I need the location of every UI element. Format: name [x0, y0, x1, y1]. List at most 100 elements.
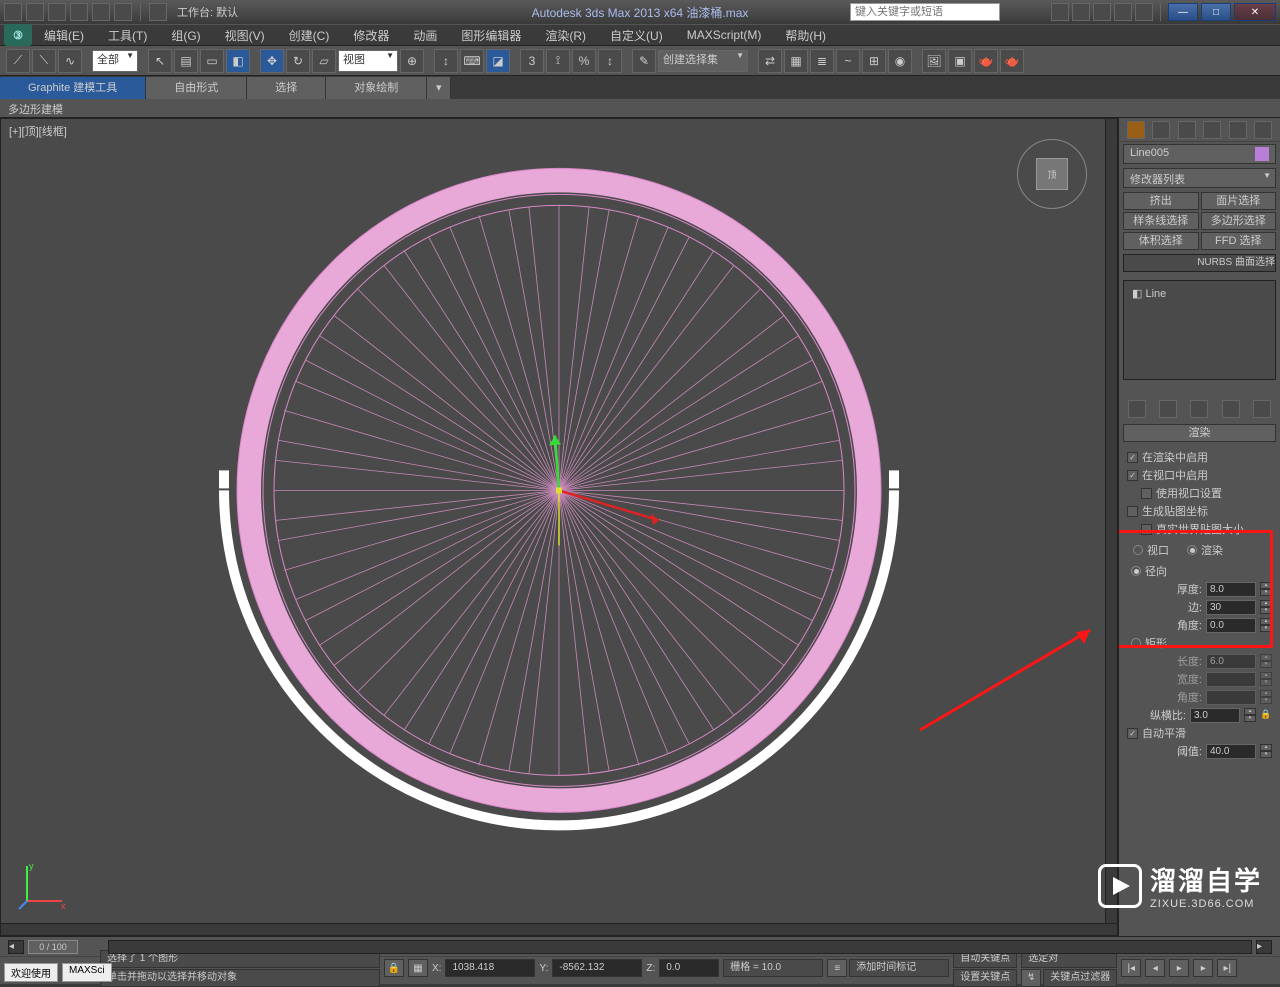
ribbon-expand-icon[interactable]: ▾: [427, 77, 451, 99]
threshold-input[interactable]: 40.0: [1206, 744, 1256, 759]
aspect-input[interactable]: 3.0: [1190, 708, 1240, 723]
manipulate-icon[interactable]: ↕: [434, 49, 458, 73]
menu-graph[interactable]: 图形编辑器: [453, 25, 529, 46]
spinner-snap-icon[interactable]: ↕: [598, 49, 622, 73]
cb-gen-mapping[interactable]: [1127, 506, 1138, 517]
ribbon-tab-selection[interactable]: 选择: [247, 77, 326, 99]
color-swatch[interactable]: [1255, 147, 1269, 161]
select-rect-icon[interactable]: ▭: [200, 49, 224, 73]
menu-group[interactable]: 组(G): [163, 25, 208, 46]
menu-modifiers[interactable]: 修改器: [345, 25, 397, 46]
radio-radial[interactable]: [1131, 566, 1141, 576]
unlink-tool-icon[interactable]: ⟍: [32, 49, 56, 73]
help-icon[interactable]: [1051, 3, 1069, 21]
render-setup-icon[interactable]: 🖼: [922, 49, 946, 73]
unique-icon[interactable]: [1190, 400, 1208, 418]
link-icon[interactable]: [149, 3, 167, 21]
named-sel-edit-icon[interactable]: ✎: [632, 49, 656, 73]
timeline-marker[interactable]: 0 / 100: [28, 940, 78, 954]
viewcube[interactable]: 顶: [1017, 139, 1087, 209]
favorites-icon[interactable]: [1072, 3, 1090, 21]
pin-stack-icon[interactable]: [1128, 400, 1146, 418]
layers-icon[interactable]: ≣: [810, 49, 834, 73]
threshold-down[interactable]: ▾: [1260, 751, 1272, 758]
app-logo-icon[interactable]: ③: [4, 24, 32, 46]
menu-animation[interactable]: 动画: [405, 25, 445, 46]
script-listener-icon[interactable]: ≡: [827, 959, 847, 977]
x-coord-input[interactable]: 1038.418: [445, 959, 535, 977]
select-name-icon[interactable]: ▤: [174, 49, 198, 73]
menu-maxscript[interactable]: MAXScript(M): [679, 26, 770, 44]
menu-create[interactable]: 创建(C): [281, 25, 338, 46]
open-icon[interactable]: [48, 3, 66, 21]
configure-icon[interactable]: [1253, 400, 1271, 418]
quick-btn-spline[interactable]: 样条线选择: [1123, 212, 1199, 230]
menu-rendering[interactable]: 渲染(R): [537, 25, 594, 46]
angle-input[interactable]: 0.0: [1206, 618, 1256, 633]
angle-up[interactable]: ▴: [1260, 618, 1272, 625]
move-tool-icon[interactable]: ✥: [260, 49, 284, 73]
viewport[interactable]: [+][顶][线框] 顶: [0, 118, 1118, 936]
select-icon[interactable]: ↖: [148, 49, 172, 73]
aspect-up[interactable]: ▴: [1244, 708, 1256, 715]
menu-help[interactable]: 帮助(H): [777, 25, 834, 46]
align-icon[interactable]: ▦: [784, 49, 808, 73]
remove-icon[interactable]: [1222, 400, 1240, 418]
play-icon[interactable]: ▸: [1169, 959, 1189, 977]
sides-input[interactable]: 30: [1206, 600, 1256, 615]
viewport-scrollbar-h[interactable]: [1, 923, 1117, 935]
viewport-label[interactable]: [+][顶][线框]: [9, 123, 67, 139]
aspect-down[interactable]: ▾: [1244, 715, 1256, 722]
refcoord-dropdown[interactable]: 视图: [338, 50, 398, 72]
cb-auto-smooth[interactable]: [1127, 728, 1138, 739]
schematic-icon[interactable]: ⊞: [862, 49, 886, 73]
quick-btn-poly[interactable]: 多边形选择: [1201, 212, 1277, 230]
transform-type-icon[interactable]: ▦: [408, 959, 428, 977]
menu-customize[interactable]: 自定义(U): [602, 25, 671, 46]
info-icon[interactable]: [1114, 3, 1132, 21]
object-name-field[interactable]: Line005: [1123, 144, 1276, 164]
cb-use-viewport[interactable]: [1141, 488, 1152, 499]
threshold-up[interactable]: ▴: [1260, 744, 1272, 751]
ribbon-tab-freeform[interactable]: 自由形式: [146, 77, 247, 99]
add-time-tag[interactable]: 添加时间标记: [849, 959, 949, 977]
scale-tool-icon[interactable]: ▱: [312, 49, 336, 73]
radio-rect[interactable]: [1131, 638, 1141, 648]
new-icon[interactable]: [26, 3, 44, 21]
render-frame-icon[interactable]: ▣: [948, 49, 972, 73]
pivot-icon[interactable]: ⊕: [400, 49, 424, 73]
ribbon-sub-label[interactable]: 多边形建模: [0, 100, 1280, 118]
timeline-slider[interactable]: [108, 940, 1252, 954]
radio-viewport[interactable]: [1133, 545, 1143, 555]
create-tab-icon[interactable]: [1127, 121, 1145, 139]
next-frame-icon[interactable]: ▸: [1193, 959, 1213, 977]
snap-toggle-icon[interactable]: ◪: [486, 49, 510, 73]
prev-frame-icon[interactable]: ◂: [1145, 959, 1165, 977]
cb-enable-render[interactable]: [1127, 452, 1138, 463]
link-tool-icon[interactable]: ⟋: [6, 49, 30, 73]
app-menu-icon[interactable]: [4, 3, 22, 21]
search-input[interactable]: [850, 3, 1000, 21]
timeline-scroll-left[interactable]: ◂: [8, 940, 24, 954]
curve-editor-icon[interactable]: ~: [836, 49, 860, 73]
utilities-tab-icon[interactable]: [1254, 121, 1272, 139]
hierarchy-tab-icon[interactable]: [1178, 121, 1196, 139]
angle-down[interactable]: ▾: [1260, 625, 1272, 632]
ribbon-tab-paint[interactable]: 对象绘制: [326, 77, 427, 99]
minimize-button[interactable]: —: [1168, 3, 1198, 21]
selection-set-dropdown[interactable]: 创建选择集: [658, 50, 748, 72]
radio-render[interactable]: [1187, 545, 1197, 555]
close-button[interactable]: ✕: [1234, 3, 1276, 21]
bind-tool-icon[interactable]: ∿: [58, 49, 82, 73]
save-icon[interactable]: [70, 3, 88, 21]
redo-icon[interactable]: [114, 3, 132, 21]
cb-enable-viewport[interactable]: [1127, 470, 1138, 481]
sides-down[interactable]: ▾: [1260, 607, 1272, 614]
render-icon[interactable]: 🫖: [974, 49, 998, 73]
modifier-list-dropdown[interactable]: 修改器列表: [1123, 168, 1276, 188]
filter-dropdown[interactable]: 全部: [92, 50, 138, 72]
snap-angle-icon[interactable]: ⟟: [546, 49, 570, 73]
thickness-down[interactable]: ▾: [1260, 589, 1272, 596]
thickness-input[interactable]: 8.0: [1206, 582, 1256, 597]
mirror-icon[interactable]: ⇄: [758, 49, 782, 73]
